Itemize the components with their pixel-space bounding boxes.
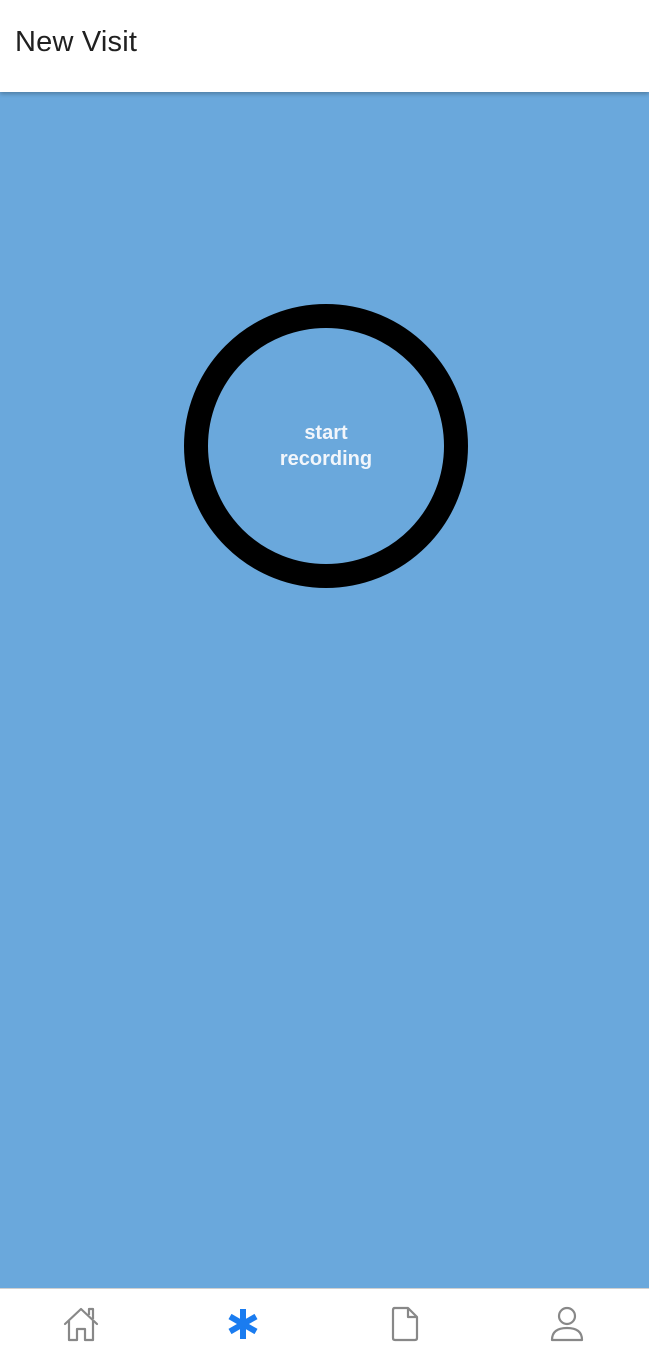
asterisk-icon <box>228 1308 258 1339</box>
bottom-tab-bar <box>0 1288 649 1357</box>
main-content: start recording <box>0 92 649 1288</box>
start-recording-button[interactable]: start recording <box>184 304 468 588</box>
app-header: New Visit <box>0 0 649 92</box>
tab-new-visit[interactable] <box>162 1289 324 1357</box>
person-icon <box>550 1306 584 1341</box>
tab-home[interactable] <box>0 1289 162 1357</box>
record-button-label: start recording <box>279 422 373 470</box>
home-icon <box>63 1307 99 1341</box>
page-title: New Visit <box>15 26 138 58</box>
document-icon <box>391 1306 419 1341</box>
tab-documents[interactable] <box>324 1289 486 1357</box>
tab-profile[interactable] <box>486 1289 648 1357</box>
